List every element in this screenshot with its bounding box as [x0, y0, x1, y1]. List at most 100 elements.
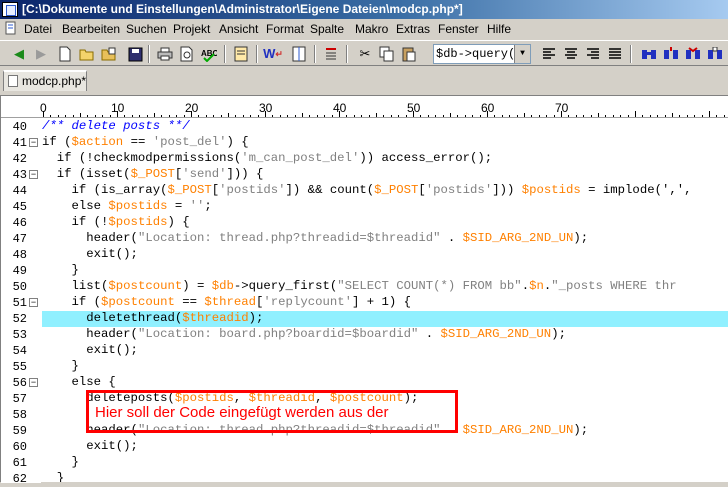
app-icon[interactable]	[2, 2, 18, 17]
toolbar-separator	[346, 45, 348, 63]
line-number: 57	[12, 392, 27, 406]
hex-edit-icon[interactable]	[232, 45, 250, 63]
code-line[interactable]: if ($action == 'post_del') {	[42, 134, 249, 150]
fold-toggle[interactable]: −	[29, 298, 38, 307]
code-token: if (is_array(	[42, 183, 168, 197]
back-arrow-icon[interactable]: ◀	[10, 45, 28, 63]
tab-modcp[interactable]: modcp.php*	[3, 70, 87, 91]
spellcheck-icon[interactable]: ABC	[200, 45, 218, 63]
menu-bar: Datei Bearbeiten Suchen Projekt Ansicht …	[0, 19, 728, 39]
show-spaces-icon[interactable]	[322, 45, 340, 63]
code-line[interactable]: }	[42, 358, 79, 374]
code-token: ]) && count(	[285, 183, 375, 197]
menu-bearbeiten[interactable]: Bearbeiten	[62, 21, 120, 37]
code-line[interactable]: }	[42, 470, 64, 482]
code-line[interactable]: if (!$postids) {	[42, 214, 190, 230]
code-token: }	[42, 263, 79, 277]
align-right-icon[interactable]	[584, 45, 602, 63]
print-icon[interactable]	[156, 45, 174, 63]
function-list-combo[interactable]: $db->query("DE ▼	[433, 44, 531, 64]
code-token: exit();	[42, 247, 138, 261]
code-token: ==	[174, 295, 205, 309]
code-line[interactable]: if (isset($_POST['send'])) {	[42, 166, 264, 182]
code-line[interactable]: if (is_array( $_POST['postids' ]) && count…	[42, 182, 692, 198]
line-number: 50	[12, 280, 27, 294]
toolbar-separator	[630, 45, 632, 63]
document-menu-icon[interactable]	[4, 21, 18, 37]
code-line[interactable]: if ($postcount == $thread['replycount'] …	[42, 294, 412, 310]
ruler-label: 60	[481, 101, 495, 115]
chevron-down-icon[interactable]: ▼	[514, 45, 530, 63]
line-number: 60	[12, 440, 27, 454]
code-token: $postcount	[108, 279, 183, 293]
code-token: );	[573, 423, 589, 437]
cut-icon[interactable]: ✂	[356, 45, 374, 63]
code-token: 'postids'	[425, 183, 493, 197]
save-icon[interactable]	[126, 45, 144, 63]
code-line[interactable]: header("Location: board.php?boardid=$boa…	[42, 326, 566, 342]
open-file-icon[interactable]	[100, 45, 118, 63]
copy-icon[interactable]	[378, 45, 396, 63]
code-line[interactable]: else {	[42, 374, 116, 390]
align-center-icon[interactable]	[562, 45, 580, 63]
code-line[interactable]: else $postids = '';	[42, 198, 212, 214]
replace-icon[interactable]	[684, 45, 702, 63]
code-line[interactable]: }	[42, 262, 79, 278]
code-token: [	[418, 183, 426, 197]
open-folder-icon[interactable]	[78, 45, 96, 63]
menu-makro[interactable]: Makro	[355, 21, 388, 37]
menu-extras[interactable]: Extras	[396, 21, 430, 37]
line-number: 42	[12, 152, 27, 166]
menu-hilfe[interactable]: Hilfe	[487, 21, 511, 37]
menu-format[interactable]: Format	[266, 21, 304, 37]
code-line[interactable]: if (!checkmodpermissions('m_can_post_del…	[42, 150, 492, 166]
new-file-icon[interactable]	[56, 45, 74, 63]
code-line[interactable]: }	[42, 454, 79, 470]
menu-datei[interactable]: Datei	[24, 21, 52, 37]
fold-toggle[interactable]: −	[29, 170, 38, 179]
title-bar[interactable]: [C:\Dokumente und Einstellungen\Administ…	[0, 0, 728, 19]
code-line[interactable]: exit();	[42, 246, 138, 262]
code-token: $SID_ARG_2ND_UN	[462, 231, 574, 245]
code-token: $n	[529, 279, 544, 293]
print-preview-icon[interactable]	[178, 45, 196, 63]
code-token: $SID_ARG_2ND_UN	[462, 423, 574, 437]
forward-arrow-icon[interactable]: ▶	[32, 45, 50, 63]
menu-spalte[interactable]: Spalte	[310, 21, 344, 37]
menu-suchen[interactable]: Suchen	[126, 21, 167, 37]
find-icon[interactable]	[640, 45, 658, 63]
menu-fenster[interactable]: Fenster	[438, 21, 479, 37]
line-number: 43	[12, 168, 27, 182]
code-line[interactable]: header("Location: thread.php?threadid=$t…	[42, 230, 588, 246]
code-line[interactable]: exit();	[42, 342, 138, 358]
justify-icon[interactable]	[606, 45, 624, 63]
code-token: ==	[123, 135, 153, 149]
code-token: $_POST	[374, 183, 419, 197]
find-next-icon[interactable]	[662, 45, 680, 63]
fold-toggle[interactable]: −	[29, 378, 38, 387]
find-in-files-icon[interactable]	[706, 45, 724, 63]
code-line[interactable]: exit();	[42, 438, 138, 454]
code-token: header(	[42, 327, 138, 341]
word-wrap-icon[interactable]: W ↵	[263, 45, 283, 63]
code-token: "SELECT COUNT(*) FROM bb"	[337, 279, 522, 293]
ruler-label: 20	[185, 101, 199, 115]
code-token: /** delete posts **/	[42, 119, 190, 133]
code-token: $postids	[108, 199, 168, 213]
code-token: = implode(',',	[580, 183, 692, 197]
menu-ansicht[interactable]: Ansicht	[219, 21, 258, 37]
menu-projekt[interactable]: Projekt	[173, 21, 210, 37]
column-mode-icon[interactable]	[290, 45, 308, 63]
fold-toggle[interactable]: −	[29, 138, 38, 147]
code-line[interactable]: list($postcount) = $db->query_first("SEL…	[42, 278, 677, 294]
line-number: 41	[12, 136, 27, 150]
code-token: ]))	[492, 183, 522, 197]
code-line[interactable]: /** delete posts **/	[42, 118, 190, 134]
paste-icon[interactable]	[400, 45, 418, 63]
code-token: "Location: board.php?boardid=$boardid"	[137, 327, 419, 341]
code-line[interactable]: deletethread($threadid);	[42, 310, 263, 326]
toolbar-separator	[224, 45, 226, 63]
align-left-icon[interactable]	[540, 45, 558, 63]
line-number: 51	[12, 296, 27, 310]
line-number: 58	[12, 408, 27, 422]
